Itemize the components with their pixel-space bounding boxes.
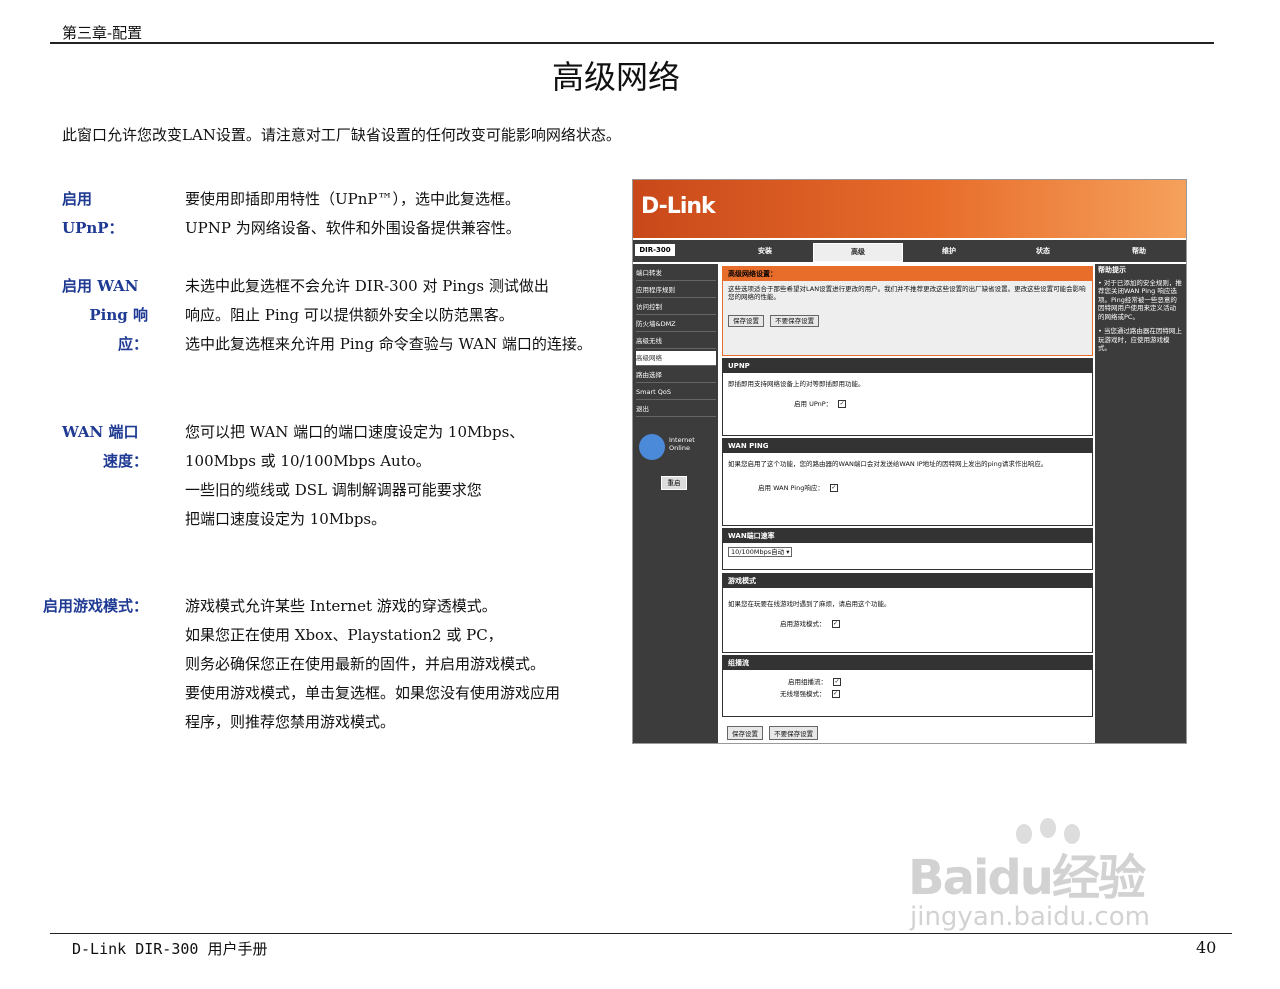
page-title: 高级网络 [551,58,680,96]
tab-maintenance[interactable]: 维护 [905,243,993,260]
game-mode-text: 如果您在玩要在线游戏时遇到了麻烦，请启用这个功能。 [728,600,891,608]
upnp-label: 启用 UPnP： [62,190,124,237]
wan-ping-label: 启用 WAN Ping 响应： [62,277,148,353]
game-mode-checkbox[interactable]: ✓ [831,620,840,628]
footer-text: D-Link DIR-300 用户手册 [72,940,268,958]
game-mode-panel: 游戏模式 如果您在玩要在线游戏时遇到了麻烦，请启用这个功能。 启用游戏模式： ✓ [722,573,1093,653]
tab-advanced[interactable]: 高级 [813,243,903,262]
watermark-main: Baidu经验 [908,850,1146,906]
baidu-watermark: Baidu经验 jingyan.baidu.com [908,818,1208,936]
page-number: 40 [1196,938,1217,957]
upnp-checkbox[interactable]: ✓ [838,400,847,408]
game-mode-label: 启用游戏模式： [42,597,148,615]
nosave-button-top[interactable]: 不要保存设置 [770,315,820,327]
internet-status: Internet Online [669,436,695,452]
game-mode-enable-label: 启用游戏模式： [780,620,826,628]
model-badge: DIR-300 [635,244,675,256]
sidebar-item-app-rules[interactable]: 应用程序规则 [636,283,716,298]
wan-ping-title: WAN PING [723,439,1092,453]
save-button-bottom[interactable]: 保存设置 [727,726,763,740]
upnp-text: 即插即用支持网络设备上的对等即插即用功能。 [728,380,865,388]
sidebar-item-logout[interactable]: 退出 [636,402,716,417]
wan-ping-text: 如果您启用了这个功能，您的路由器的WAN端口会对发送给WAN IP地址的因特网上… [728,460,1048,468]
wan-ping-panel: WAN PING 如果您启用了这个功能，您的路由器的WAN端口会对发送给WAN … [722,438,1093,526]
adv-settings-text: 这些选项适合于那些希望对LAN设置进行更改的用户。我们并不推荐更改这些设置的出厂… [728,285,1086,301]
watermark-sub: jingyan.baidu.com [910,902,1150,932]
multicast-title: 组播流 [723,656,1092,670]
sidebar: 端口转发 应用程序规则 访问控制 防火墙&DMZ 高级无线 高级网络 路由选择 … [633,264,718,743]
upnp-desc: 要使用即插即用特性（UPnP™），选中此复选框。 UPNP 为网络设备、软件和外… [185,190,521,237]
game-mode-title: 游戏模式 [723,574,1092,588]
internet-icon [639,434,665,460]
tab-setup[interactable]: 安装 [721,243,809,260]
sidebar-item-qos[interactable]: Smart QoS [636,385,716,400]
intro-text: 此窗口允许您改变LAN设置。请注意对工厂缺省设置的任何改变可能影响网络状态。 [62,126,621,144]
nosave-button-bottom[interactable]: 不要保存设置 [769,726,819,740]
wan-ping-desc: 未选中此复选框不会允许 DIR-300 对 Pings 测试做出 响应。阻止 P… [185,277,592,353]
upnp-title: UPNP [723,359,1092,373]
sidebar-item-routing[interactable]: 路由选择 [636,368,716,383]
help-panel: 帮助提示 • 对于已添加的安全规则，推荐您关闭WAN Ping 响应选项。Pin… [1095,264,1186,743]
header-rule [50,42,1214,44]
help-tip-1: • 对于已添加的安全规则，推荐您关闭WAN Ping 响应选项。Ping经常被一… [1098,278,1182,321]
sidebar-item-firewall[interactable]: 防火墙&DMZ [636,317,716,332]
help-title: 帮助提示 [1098,266,1126,274]
wireless-enhance-label: 无线增强模式： [780,690,826,698]
dlink-banner: D-Link [633,180,1186,238]
wan-speed-select[interactable]: 10/100Mbps自动 ▾ [728,547,793,557]
game-mode-desc: 游戏模式允许某些 Internet 游戏的穿透模式。 如果您正在使用 Xbox、… [185,597,561,731]
tab-help[interactable]: 帮助 [1095,243,1183,260]
wan-speed-panel: WAN端口速率 10/100Mbps自动 ▾ [722,528,1093,570]
chapter-heading: 第三章-配置 [62,24,143,42]
upnp-panel: UPNP 即插即用支持网络设备上的对等即插即用功能。 启用 UPnP： ✓ [722,358,1093,436]
router-screenshot: D-Link DIR-300 安装 高级 维护 状态 帮助 端口转发 应用程序规… [632,179,1187,744]
multicast-checkbox[interactable]: ✓ [833,678,841,686]
adv-settings-title: 高级网络设置： [723,267,1092,281]
adv-settings-panel: 高级网络设置： 这些选项适合于那些希望对LAN设置进行更改的用户。我们并不推荐更… [722,266,1093,356]
save-button-top[interactable]: 保存设置 [728,315,764,327]
sidebar-item-adv-wireless[interactable]: 高级无线 [636,334,716,349]
multicast-enable-label: 启用组播流： [788,678,827,686]
sidebar-item-port-forwarding[interactable]: 端口转发 [636,266,716,281]
wireless-enhance-checkbox[interactable]: ✓ [831,690,840,698]
wan-speed-desc: 您可以把 WAN 端口的端口速度设定为 10Mbps、 100Mbps 或 10… [185,423,525,528]
footer-rule [50,933,1232,934]
sidebar-item-access-control[interactable]: 访问控制 [636,300,716,315]
tab-status[interactable]: 状态 [997,243,1089,260]
dlink-logo: D-Link [641,194,716,219]
wan-ping-enable-label: 启用 WAN Ping响应： [758,484,824,492]
wan-speed-label: WAN 端口 速度： [62,423,148,470]
wan-speed-title: WAN端口速率 [723,529,1092,543]
help-tip-2: • 当您通过路由器在因特网上玩游戏时，应使用游戏模式。 [1098,327,1182,352]
wan-ping-checkbox[interactable]: ✓ [829,484,838,492]
sidebar-item-adv-network[interactable]: 高级网络 [636,351,716,366]
upnp-enable-label: 启用 UPnP： [794,400,833,408]
multicast-panel: 组播流 启用组播流： ✓ 无线增强模式： ✓ [722,655,1093,717]
reboot-button[interactable]: 重启 [661,476,687,490]
